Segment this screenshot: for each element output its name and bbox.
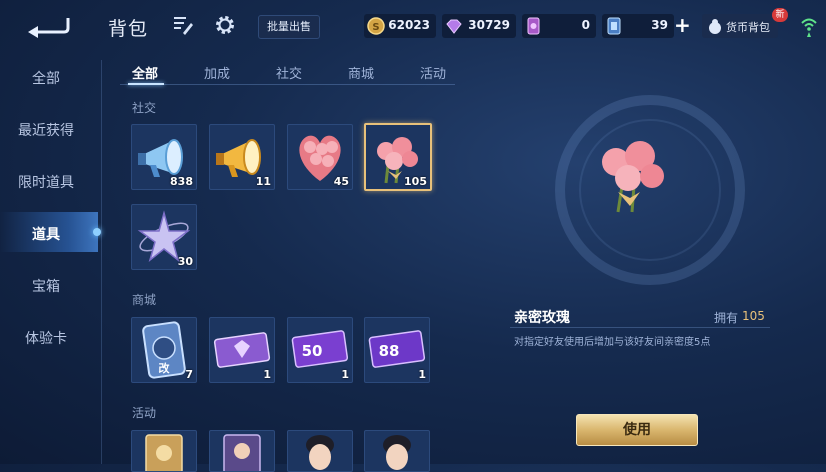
owned-label: 拥有	[714, 311, 739, 325]
item-count: 1	[263, 368, 271, 381]
item-count: 838	[170, 175, 193, 188]
nav-divider	[101, 60, 102, 464]
tab-bonus[interactable]: 加成	[204, 63, 230, 82]
item-slot[interactable]: 30	[131, 204, 197, 270]
new-badge: 新	[772, 8, 788, 22]
voucher-card-icon	[527, 17, 540, 35]
edit-list-icon[interactable]	[172, 14, 194, 36]
section-title: 商城	[132, 293, 157, 307]
bulk-sell-button[interactable]: 批量出售	[258, 15, 320, 39]
coupon-88-label: 88	[379, 342, 400, 360]
back-icon[interactable]	[26, 12, 70, 38]
owned-value: 105	[742, 309, 765, 323]
tab-mall[interactable]: 商城	[348, 63, 374, 82]
tab-all[interactable]: 全部	[132, 63, 158, 82]
character-portrait-icon	[383, 435, 411, 470]
currency-wallet-button[interactable]: 货币背包	[702, 14, 778, 38]
gear-icon[interactable]	[214, 14, 236, 36]
coupon-amount: 39	[651, 18, 668, 32]
sidebar-item-trial-card[interactable]: 体验卡	[0, 328, 92, 348]
item-slot[interactable]: 45	[287, 124, 353, 190]
item-slot[interactable]: 11	[209, 124, 275, 190]
item-count: 45	[333, 175, 349, 188]
item-slot-selected[interactable]: 105	[364, 123, 432, 191]
item-slot[interactable]: 改 7	[131, 317, 197, 383]
item-slot[interactable]: 838	[131, 124, 197, 190]
item-count: 1	[418, 368, 426, 381]
use-button[interactable]: 使用	[576, 414, 698, 446]
wifi-icon	[801, 18, 817, 37]
item-slot[interactable]: 50 1	[287, 317, 353, 383]
rose-bouquet-detail-icon	[602, 141, 664, 213]
nav-active-dot	[93, 228, 101, 236]
wallet-icon	[709, 19, 721, 34]
coupon-50-label: 50	[302, 342, 323, 360]
voucher-amount: 0	[581, 18, 590, 32]
diamond-amount: 30729	[468, 18, 510, 32]
item-description: 对指定好友使用后增加与该好友间亲密度5点	[514, 337, 711, 348]
item-count: 105	[404, 175, 427, 188]
character-portrait-icon	[306, 435, 334, 470]
avatar-frame-icon	[223, 434, 261, 471]
coupon-currency: 39	[602, 14, 674, 38]
svg-text:S: S	[372, 22, 379, 33]
coupon-icon	[607, 17, 621, 35]
gold-ticket-icon	[145, 434, 183, 471]
voucher-currency: 0	[522, 14, 596, 38]
sidebar-item-chest[interactable]: 宝箱	[0, 276, 92, 296]
sidebar-item-limited[interactable]: 限时道具	[0, 172, 92, 192]
item-slot[interactable]	[131, 430, 197, 472]
section-title: 活动	[132, 406, 157, 420]
wallet-label: 货币背包	[726, 21, 770, 34]
diamond-currency: 30729	[442, 14, 516, 38]
item-count: 1	[341, 368, 349, 381]
detail-divider	[510, 327, 770, 328]
item-slot[interactable]	[287, 430, 353, 472]
sidebar-item-recent[interactable]: 最近获得	[0, 120, 92, 140]
page-title: 背包	[108, 18, 149, 40]
tab-event[interactable]: 活动	[420, 63, 446, 82]
tab-bar-line	[120, 84, 455, 85]
section-title: 社交	[132, 101, 157, 115]
sidebar-item-props[interactable]: 道具	[0, 224, 92, 244]
add-currency-button[interactable]: +	[674, 14, 691, 36]
gold-coin-icon: S	[367, 17, 385, 35]
rename-card-label: 改	[159, 361, 171, 375]
item-slot[interactable]	[364, 430, 430, 472]
diamond-icon	[446, 19, 462, 34]
sidebar-item-all[interactable]: 全部	[0, 68, 92, 88]
gold-amount: 62023	[388, 18, 430, 32]
item-slot[interactable]: 88 1	[364, 317, 430, 383]
item-count: 7	[185, 368, 193, 381]
tab-active-indicator	[128, 83, 164, 85]
item-count: 30	[177, 255, 193, 268]
item-count: 11	[255, 175, 271, 188]
item-name: 亲密玫瑰	[514, 310, 570, 326]
top-bar: 背包 批量出售 S 62023 30729 0 39 + 货币背包 新	[0, 0, 826, 52]
tab-social[interactable]: 社交	[276, 63, 302, 82]
item-slot[interactable]: 1	[209, 317, 275, 383]
item-slot[interactable]	[209, 430, 275, 472]
gold-currency: S 62023	[364, 14, 436, 38]
